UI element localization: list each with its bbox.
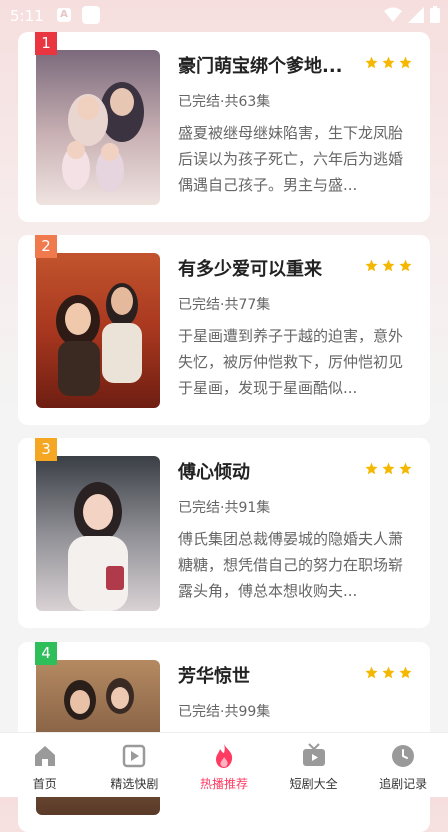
tv-icon — [302, 743, 325, 766]
rating-stars — [365, 462, 412, 475]
tab-home[interactable]: 首页 — [0, 733, 90, 797]
tab-label: 热播推荐 — [199, 777, 248, 791]
notification-square-icon — [82, 6, 100, 24]
drama-description: 傅氏集团总裁傅晏城的隐婚夫人萧糖糖，想凭借自己的努力在职场崭露头角，傅总本想收购… — [178, 530, 404, 600]
drama-description: 盛夏被继母继妹陷害，生下龙凤胎后误以为孩子死亡，六年后为逃婚偶遇自己孩子。男主与… — [178, 124, 404, 194]
wifi-icon — [384, 7, 402, 22]
drama-title: 有多少爱可以重来 — [178, 259, 322, 280]
drama-title: 傅心倾动 — [178, 462, 250, 483]
tab-label: 首页 — [32, 777, 57, 791]
drama-title: 芳华惊世 — [178, 666, 250, 687]
star-icon — [399, 56, 412, 69]
drama-episode-info: 已完结·共63集 — [178, 94, 271, 110]
flame-icon — [215, 744, 233, 768]
tab-featured[interactable]: 精选快剧 — [90, 733, 180, 797]
star-icon — [365, 259, 378, 272]
star-icon — [365, 666, 378, 679]
drama-card[interactable]: 3 傅心倾动 已完结·共91集 傅氏集团总裁傅晏城的隐婚夫人萧糖糖，想凭借自己的… — [18, 438, 430, 628]
play-square-icon — [123, 744, 146, 768]
battery-icon — [430, 6, 440, 23]
rank-badge: 1 — [35, 32, 57, 55]
tab-label: 追剧记录 — [379, 777, 428, 791]
drama-card[interactable]: 1 豪门萌宝绑个爹地... 已完结·共63集 盛夏被继母继妹陷害，生下龙凤胎后误… — [18, 32, 430, 222]
clock-icon — [392, 745, 415, 767]
status-bar: 5:11 A — [0, 0, 448, 32]
star-icon — [399, 666, 412, 679]
home-icon — [34, 746, 55, 766]
rating-stars — [365, 259, 412, 272]
rating-stars — [365, 56, 412, 69]
tab-all-dramas[interactable]: 短剧大全 — [269, 733, 359, 797]
signal-icon — [408, 6, 424, 23]
drama-cover[interactable] — [36, 456, 160, 611]
star-icon — [382, 666, 395, 679]
rank-badge: 2 — [35, 235, 57, 258]
drama-title: 豪门萌宝绑个爹地... — [178, 56, 343, 77]
rank-badge: 3 — [35, 438, 57, 461]
rank-badge: 4 — [35, 642, 57, 665]
drama-episode-info: 已完结·共91集 — [178, 500, 271, 516]
status-time: 5:11 — [10, 7, 44, 25]
tab-label: 短剧大全 — [289, 777, 338, 791]
drama-episode-info: 已完结·共99集 — [178, 704, 271, 720]
star-icon — [365, 462, 378, 475]
drama-episode-info: 已完结·共77集 — [178, 297, 271, 313]
drama-cover[interactable] — [36, 253, 160, 408]
drama-card[interactable]: 2 有多少爱可以重来 已完结·共77集 于星画遭到养子于越的迫害，意外失忆，被厉… — [18, 235, 430, 425]
tab-hot[interactable]: 热播推荐 — [179, 733, 269, 797]
star-icon — [365, 56, 378, 69]
bottom-tab-bar: 首页 精选快剧 热播推荐 短剧大全 追剧记录 — [0, 732, 448, 797]
star-icon — [382, 56, 395, 69]
drama-description: 于星画遭到养子于越的迫害，意外失忆，被厉仲恺救下，厉仲恺初见于星画，发现于星画酷… — [178, 327, 404, 397]
star-icon — [399, 259, 412, 272]
notification-a-icon: A — [57, 8, 71, 22]
drama-cover[interactable] — [36, 50, 160, 205]
tab-history[interactable]: 追剧记录 — [358, 733, 448, 797]
tab-label: 精选快剧 — [110, 777, 159, 791]
star-icon — [382, 259, 395, 272]
rating-stars — [365, 666, 412, 679]
star-icon — [399, 462, 412, 475]
star-icon — [382, 462, 395, 475]
